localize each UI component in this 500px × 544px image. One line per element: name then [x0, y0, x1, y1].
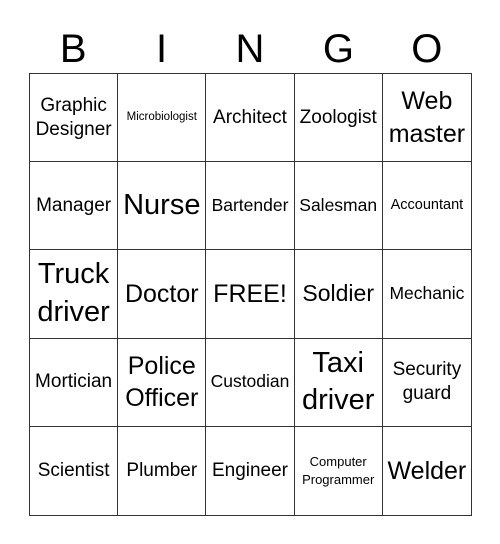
bingo-cell[interactable]: Manager: [30, 162, 119, 251]
header-letter-o: O: [411, 27, 443, 71]
bingo-cell[interactable]: Computer Programmer: [295, 426, 383, 515]
header-letter-n: N: [235, 27, 265, 71]
bingo-cell[interactable]: Engineer: [206, 426, 295, 515]
bingo-cell[interactable]: Plumber: [118, 426, 207, 515]
bingo-cell[interactable]: Accountant: [382, 162, 471, 251]
bingo-cell[interactable]: Architect: [206, 74, 295, 163]
free-space-cell[interactable]: FREE!: [206, 250, 295, 339]
bingo-cell[interactable]: Graphic Designer: [30, 74, 119, 163]
bingo-header: B I N G O: [29, 26, 471, 72]
bingo-cell[interactable]: Police Officer: [118, 338, 207, 427]
bingo-cell[interactable]: Scientist: [30, 426, 119, 515]
bingo-cell[interactable]: Nurse: [118, 162, 207, 251]
bingo-cell[interactable]: Bartender: [206, 162, 295, 251]
bingo-cell[interactable]: Web master: [382, 74, 471, 163]
bingo-cell[interactable]: Soldier: [294, 250, 383, 339]
bingo-cell[interactable]: Welder: [383, 427, 471, 515]
bingo-cell[interactable]: Salesman: [294, 162, 383, 251]
bingo-cell[interactable]: Zoologist: [294, 74, 383, 163]
header-letter-i: I: [156, 27, 168, 71]
bingo-cell[interactable]: Mechanic: [382, 250, 471, 339]
bingo-card-grid: Graphic Designer Microbiologist Architec…: [29, 73, 472, 516]
header-letter-g: G: [322, 27, 354, 71]
bingo-cell[interactable]: Doctor: [118, 250, 207, 339]
bingo-cell[interactable]: Taxi driver: [294, 338, 383, 427]
bingo-cell[interactable]: Security guard: [382, 339, 471, 427]
bingo-cell[interactable]: Truck driver: [30, 250, 119, 339]
bingo-cell[interactable]: Custodian: [206, 338, 295, 427]
header-letter-b: B: [59, 27, 87, 71]
bingo-cell[interactable]: Microbiologist: [118, 74, 207, 163]
bingo-cell[interactable]: Mortician: [30, 338, 119, 427]
